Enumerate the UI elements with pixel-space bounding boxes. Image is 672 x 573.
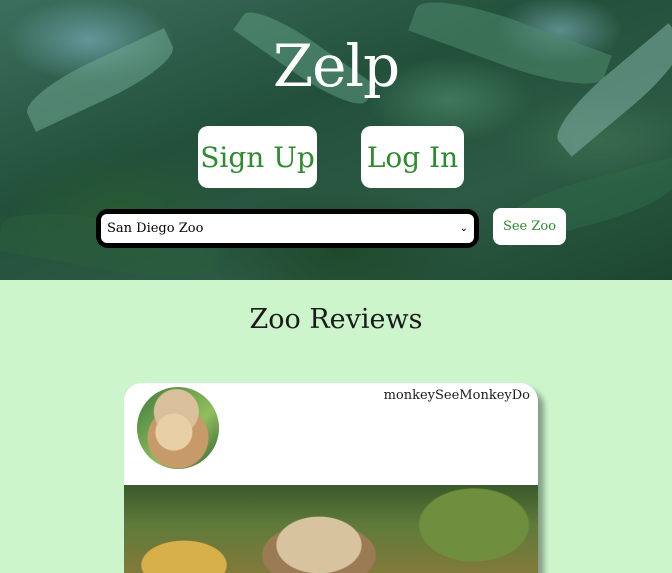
zoo-select-frame: San Diego Zoo ⌄	[96, 209, 479, 248]
avatar[interactable]	[137, 387, 219, 469]
review-username[interactable]: monkeySeeMonkeyDo	[384, 388, 530, 403]
review-card: monkeySeeMonkeyDo	[124, 383, 538, 573]
chevron-down-icon: ⌄	[459, 223, 468, 234]
review-photo	[124, 485, 538, 573]
section-title: Zoo Reviews	[249, 304, 423, 335]
zoo-select[interactable]: San Diego Zoo ⌄	[101, 214, 474, 243]
log-in-button[interactable]: Log In	[361, 126, 464, 188]
sign-up-button[interactable]: Sign Up	[198, 126, 317, 188]
see-zoo-button[interactable]: See Zoo	[493, 208, 566, 245]
hero-banner: Zelp Sign Up Log In San Diego Zoo ⌄ See …	[0, 0, 672, 280]
app-title: Zelp	[272, 32, 400, 100]
zoo-select-value: San Diego Zoo	[107, 221, 204, 236]
